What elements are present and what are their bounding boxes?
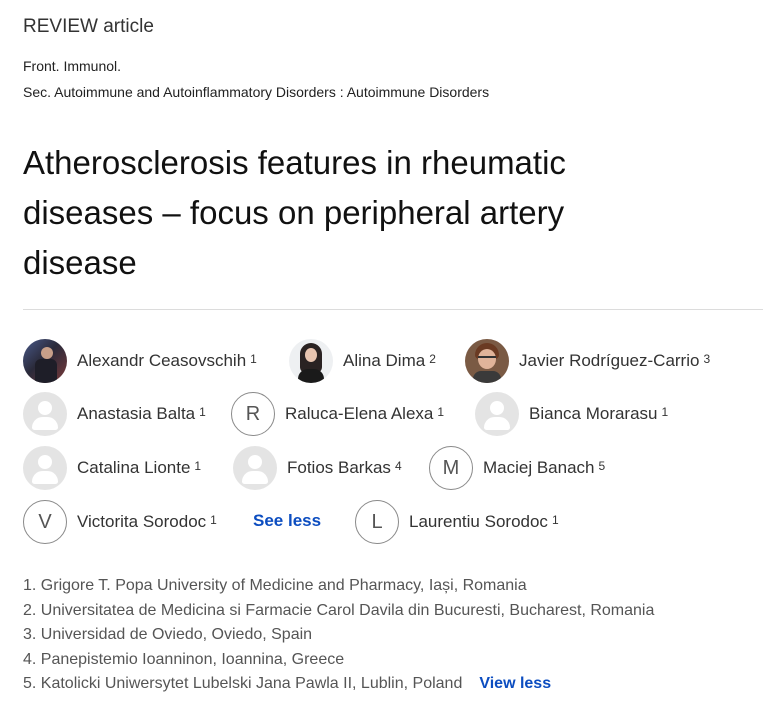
- view-less-button[interactable]: View less: [479, 675, 551, 692]
- author-link[interactable]: Javier Rodríguez-Carrio 3: [465, 338, 710, 384]
- journal-section[interactable]: Sec. Autoimmune and Autoinflammatory Dis…: [23, 84, 489, 100]
- see-less-button[interactable]: See less: [253, 511, 321, 531]
- author-name: Fotios Barkas: [287, 458, 391, 477]
- author-link[interactable]: V Victorita Sorodoc 1: [23, 499, 217, 545]
- title-line: disease: [23, 244, 137, 281]
- default-avatar-icon: [23, 392, 67, 436]
- title-line: diseases – focus on peripheral artery: [23, 194, 565, 231]
- affiliation-item: 4. Panepistemio Ioanninon, Ioannina, Gre…: [23, 650, 345, 668]
- initial-avatar: L: [355, 500, 399, 544]
- divider: [23, 309, 763, 310]
- author-name: Victorita Sorodoc: [77, 512, 207, 531]
- author-link[interactable]: L Laurentiu Sorodoc 1: [355, 499, 559, 545]
- affiliation-item: 1. Grigore T. Popa University of Medicin…: [23, 577, 527, 594]
- author-name: Anastasia Balta: [77, 404, 196, 423]
- author-name: Alexandr Ceasovschih: [77, 351, 247, 370]
- author-link[interactable]: Bianca Morarasu 1: [475, 391, 668, 437]
- affiliation-item: 3. Universidad de Oviedo, Oviedo, Spain: [23, 626, 313, 644]
- author-name: Catalina Lionte: [77, 458, 191, 477]
- author-name: Maciej Banach: [483, 458, 595, 477]
- affiliation-text: 5. Katolicki Uniwersytet Lubelski Jana P…: [23, 675, 463, 693]
- affiliations-list: 1. Grigore T. Popa University of Medicin…: [23, 574, 654, 697]
- author-photo: [23, 339, 67, 383]
- author-link[interactable]: M Maciej Banach 5: [429, 445, 605, 491]
- article-type: REVIEW article: [23, 16, 154, 37]
- author-link[interactable]: Alexandr Ceasovschih 1: [23, 338, 257, 384]
- initial-avatar: V: [23, 500, 67, 544]
- author-name: Bianca Morarasu: [529, 404, 658, 423]
- default-avatar-icon: [233, 446, 277, 490]
- default-avatar-icon: [475, 392, 519, 436]
- default-avatar-icon: [23, 446, 67, 490]
- author-photo: [465, 339, 509, 383]
- affiliation-item: 5. Katolicki Uniwersytet Lubelski Jana P…: [23, 672, 654, 697]
- author-name: Raluca-Elena Alexa: [285, 404, 434, 423]
- author-photo: [289, 339, 333, 383]
- author-link[interactable]: Alina Dima 2: [289, 338, 436, 384]
- author-link[interactable]: Anastasia Balta 1: [23, 391, 206, 437]
- article-title: Atherosclerosis features in rheumatic di…: [23, 138, 723, 288]
- initial-avatar: R: [231, 392, 275, 436]
- author-name: Laurentiu Sorodoc: [409, 512, 548, 531]
- author-name: Alina Dima: [343, 351, 426, 370]
- initial-avatar: M: [429, 446, 473, 490]
- author-name: Javier Rodríguez-Carrio: [519, 351, 700, 370]
- author-link[interactable]: R Raluca-Elena Alexa 1: [231, 391, 444, 437]
- author-link[interactable]: Catalina Lionte 1: [23, 445, 201, 491]
- journal-name[interactable]: Front. Immunol.: [23, 58, 121, 74]
- title-line: Atherosclerosis features in rheumatic: [23, 144, 566, 181]
- author-link[interactable]: Fotios Barkas 4: [233, 445, 402, 491]
- affiliation-item: 2. Universitatea de Medicina si Farmacie…: [23, 601, 655, 619]
